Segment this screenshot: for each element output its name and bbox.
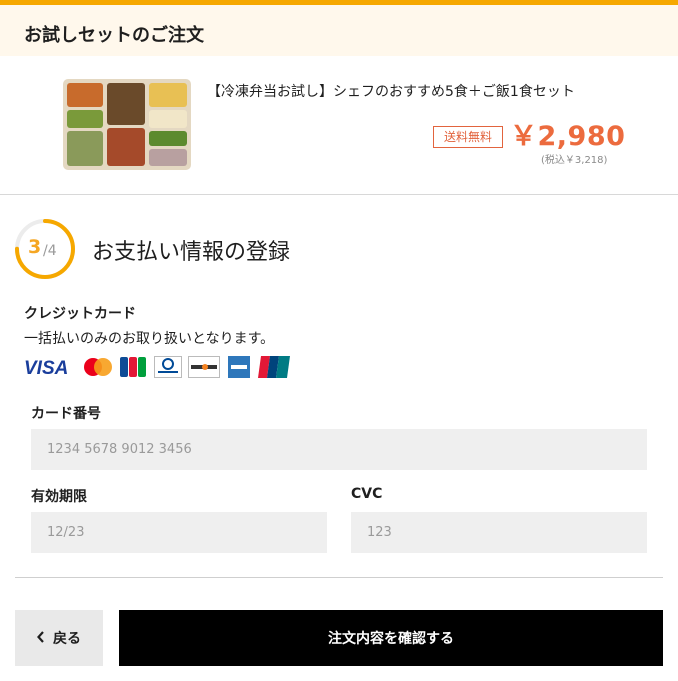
product-price: ￥2,980 (510, 121, 626, 152)
visa-logo-icon: VISA (24, 358, 68, 378)
svg-text:VISA: VISA (24, 358, 68, 378)
step-current-number: 3 (28, 236, 42, 258)
card-number-label: カード番号 (31, 406, 101, 422)
back-button[interactable]: 戻る (15, 610, 103, 666)
discover-logo-icon (188, 356, 220, 378)
confirm-order-button[interactable]: 注文内容を確認する (119, 610, 663, 666)
chevron-left-icon (37, 631, 45, 647)
back-button-label: 戻る (53, 631, 81, 647)
card-number-input[interactable] (31, 429, 647, 470)
cvc-input[interactable] (351, 512, 647, 553)
jcb-logo-icon (120, 357, 146, 377)
page-header: お試しセットのご注文 (0, 5, 678, 56)
unionpay-logo-icon (258, 356, 290, 378)
diners-club-logo-icon (154, 356, 182, 378)
credit-card-note: 一括払いのみのお取り扱いとなります。 (24, 331, 275, 347)
divider (15, 577, 663, 578)
cvc-label: CVC (351, 486, 383, 502)
divider (0, 194, 678, 195)
credit-card-heading: クレジットカード (24, 306, 136, 322)
expiry-label: 有効期限 (31, 489, 87, 505)
product-image (63, 79, 191, 170)
page-title: お試しセットのご注文 (24, 25, 204, 46)
expiry-input[interactable] (31, 512, 327, 553)
mastercard-logo-icon (84, 358, 112, 376)
amex-logo-icon (228, 356, 250, 378)
step-total-number: /4 (43, 243, 57, 259)
tax-included-price: (税込￥3,218) (541, 155, 608, 166)
free-shipping-badge: 送料無料 (433, 126, 503, 148)
section-title: お支払い情報の登録 (92, 240, 291, 265)
product-name: 【冷凍弁当お試し】シェフのおすすめ5食＋ご飯1食セット (207, 84, 575, 100)
